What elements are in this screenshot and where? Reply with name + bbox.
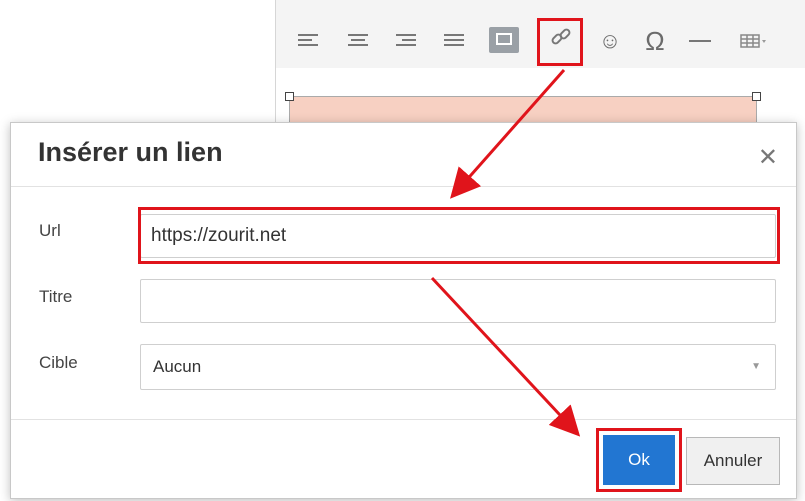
horizontal-rule-icon[interactable]: [688, 28, 712, 54]
dialog-header: Insérer un lien ✕: [11, 123, 796, 187]
special-char-icon[interactable]: Ω: [642, 26, 668, 56]
title-input[interactable]: [140, 279, 776, 323]
url-label: Url: [39, 221, 61, 240]
ok-button-highlight: [596, 428, 682, 492]
url-input-highlight: [138, 207, 780, 264]
align-left-icon[interactable]: [298, 33, 318, 49]
cancel-button[interactable]: Annuler: [686, 437, 780, 485]
target-label: Cible: [39, 353, 78, 372]
title-label: Titre: [39, 287, 73, 306]
chevron-down-icon: ▼: [751, 361, 761, 372]
target-select[interactable]: Aucun ▼: [140, 344, 776, 390]
dialog-title: Insérer un lien: [38, 137, 223, 167]
table-icon[interactable]: [738, 28, 772, 54]
align-center-icon[interactable]: [348, 33, 368, 49]
image-icon[interactable]: [489, 27, 519, 53]
target-select-value: Aucun: [153, 357, 202, 376]
close-icon[interactable]: ✕: [758, 143, 778, 172]
insert-link-dialog: Insérer un lien ✕ Url Titre Cible Aucun …: [10, 122, 797, 499]
emoticon-icon[interactable]: ☺: [598, 28, 622, 54]
link-icon-highlight: [537, 18, 583, 66]
resize-handle[interactable]: [752, 92, 761, 101]
resize-handle[interactable]: [285, 92, 294, 101]
align-justify-icon[interactable]: [444, 33, 464, 49]
align-right-icon[interactable]: [396, 33, 416, 49]
